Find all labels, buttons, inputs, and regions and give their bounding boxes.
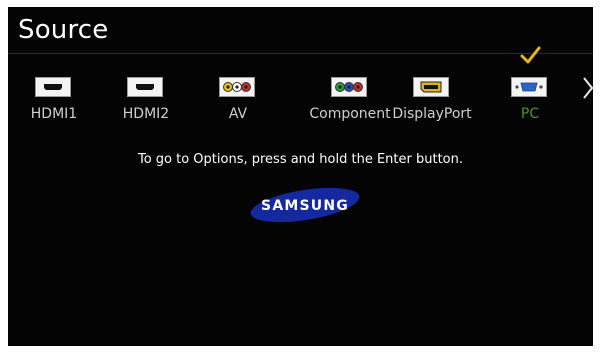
component-rca-icon [331,77,367,97]
source-item-component[interactable]: Component [304,53,396,133]
source-label: PC [520,106,540,122]
source-label: HDMI2 [122,106,170,122]
source-list: HDMI1 HDMI2 AV Component DisplayPort PC [8,46,593,133]
source-label: Component [309,106,391,122]
vga-port-icon [511,77,547,97]
logo-text: SAMSUNG [261,198,349,214]
av-rca-icon [219,77,255,97]
source-label: HDMI1 [30,106,78,122]
source-item-av[interactable]: AV [192,53,284,133]
options-hint: To go to Options, press and hold the Ent… [137,152,464,167]
hdmi-port-icon [35,77,71,97]
source-screen: Source HDMI1 HDMI2 AV Component DisplayP… [8,7,593,346]
checkmark-icon [520,46,541,64]
source-item-hdmi1[interactable]: HDMI1 [8,53,100,133]
source-item-hdmi2[interactable]: HDMI2 [100,53,192,133]
chevron-right-icon[interactable] [581,75,593,101]
source-item-displayport[interactable]: DisplayPort [386,53,478,133]
hdmi-port-icon [127,77,163,97]
displayport-icon [413,77,449,97]
samsung-logo: SAMSUNG [250,187,360,223]
source-item-pc[interactable]: PC [484,46,576,133]
page-title: Source [18,15,109,45]
source-label: AV [228,106,248,122]
source-label: DisplayPort [392,106,472,122]
